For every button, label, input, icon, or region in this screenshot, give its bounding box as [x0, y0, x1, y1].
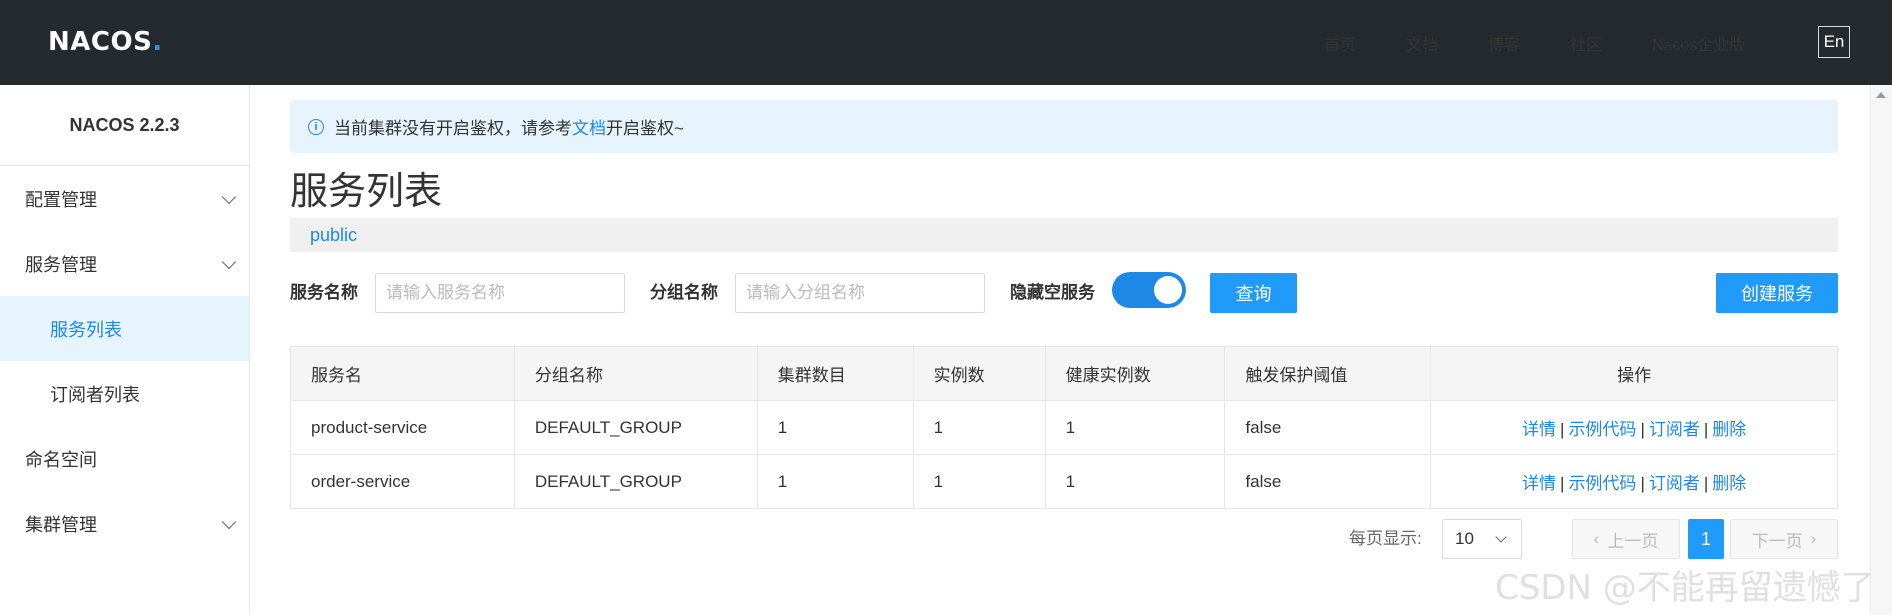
table-header-row: 服务名 分组名称 集群数目 实例数 健康实例数 触发保护阈值 操作 [290, 346, 1838, 401]
delete-link[interactable]: 删除 [1712, 420, 1746, 439]
cell-healthy-count: 1 [1044, 454, 1226, 509]
col-group-name: 分组名称 [513, 346, 758, 401]
sidebar: NACOS 2.2.3 配置管理 服务管理 服务列表 订阅者列表 命名空间 集群… [0, 85, 250, 615]
page-title: 服务列表 [290, 171, 443, 213]
create-service-button[interactable]: 创建服务 [1716, 273, 1838, 313]
detail-link[interactable]: 详情 [1522, 420, 1556, 439]
col-operations: 操作 [1430, 346, 1838, 401]
sample-code-link[interactable]: 示例代码 [1568, 474, 1636, 493]
info-icon: i [308, 118, 324, 135]
nav-blog[interactable]: 博客 [1488, 31, 1520, 55]
cell-protect-threshold: false [1224, 400, 1432, 455]
namespace-bar: public [290, 218, 1838, 252]
col-cluster-count: 集群数目 [756, 346, 914, 401]
cell-cluster-count: 1 [756, 400, 914, 455]
cell-operations: 详情 | 示例代码 | 订阅者 | 删除 [1430, 400, 1838, 455]
service-name-label: 服务名称 [290, 283, 358, 302]
nav-docs[interactable]: 文档 [1406, 31, 1438, 55]
cell-operations: 详情 | 示例代码 | 订阅者 | 删除 [1430, 454, 1838, 509]
nav-community[interactable]: 社区 [1570, 31, 1602, 55]
prev-page-button[interactable]: ‹ 上一页 [1572, 519, 1680, 559]
col-service-name: 服务名 [290, 346, 515, 401]
table-row: product-service DEFAULT_GROUP 1 1 1 fals… [290, 400, 1838, 455]
delete-link[interactable]: 删除 [1712, 474, 1746, 493]
next-label: 下一页 [1751, 531, 1803, 551]
hide-empty-label: 隐藏空服务 [1010, 283, 1095, 302]
col-instance-count: 实例数 [912, 346, 1046, 401]
table-row: order-service DEFAULT_GROUP 1 1 1 false … [290, 454, 1838, 509]
sidebar-item-service-list[interactable]: 服务列表 [0, 296, 249, 361]
sidebar-item-label: 配置管理 [25, 189, 97, 210]
cell-healthy-count: 1 [1044, 400, 1226, 455]
sidebar-item-config-management[interactable]: 配置管理 [0, 166, 249, 231]
page-size-label: 每页显示: [1349, 529, 1422, 548]
sidebar-item-label: 服务管理 [25, 254, 97, 275]
chevron-right-icon: › [1810, 529, 1817, 548]
csdn-watermark: CSDN @不能再留遗憾了 [1495, 568, 1875, 608]
sidebar-item-namespace[interactable]: 命名空间 [0, 426, 249, 491]
service-name-input[interactable] [375, 273, 625, 313]
logo-text: NACOS [48, 27, 153, 57]
nav-home[interactable]: 首页 [1324, 31, 1356, 55]
toggle-knob [1154, 276, 1182, 304]
cell-instance-count: 1 [912, 400, 1046, 455]
page-scrollbar[interactable] [1870, 85, 1892, 615]
sidebar-item-label: 集群管理 [25, 514, 97, 535]
sidebar-item-label: 订阅者列表 [50, 384, 140, 405]
detail-link[interactable]: 详情 [1522, 474, 1556, 493]
chevron-down-icon [221, 514, 237, 529]
sidebar-item-subscriber-list[interactable]: 订阅者列表 [0, 361, 249, 426]
chevron-down-icon [1495, 531, 1507, 543]
alert-text-suffix: 开启鉴权~ [606, 119, 684, 138]
auth-alert: i 当前集群没有开启鉴权，请参考 文档 开启鉴权~ [290, 100, 1838, 153]
top-header: NACOS. 首页 文档 博客 社区 Nacos企业版 En [0, 0, 1892, 85]
sidebar-item-cluster-management[interactable]: 集群管理 [0, 491, 249, 556]
cell-group-name: DEFAULT_GROUP [513, 454, 758, 509]
sidebar-item-label: 服务列表 [50, 319, 122, 340]
hide-empty-toggle[interactable] [1112, 272, 1186, 308]
chevron-down-icon [221, 254, 237, 269]
nav-enterprise[interactable]: Nacos企业版 [1652, 31, 1745, 55]
sidebar-item-service-management[interactable]: 服务管理 [0, 231, 249, 296]
language-toggle-button[interactable]: En [1818, 26, 1850, 58]
page-size-select[interactable]: 10 [1442, 519, 1522, 559]
group-name-input[interactable] [735, 273, 985, 313]
top-nav: 首页 文档 博客 社区 Nacos企业版 [1324, 0, 1745, 85]
next-page-button[interactable]: 下一页 › [1730, 519, 1838, 559]
page-size-value: 10 [1455, 529, 1474, 548]
alert-text-prefix: 当前集群没有开启鉴权，请参考 [334, 119, 572, 138]
namespace-public[interactable]: public [310, 225, 357, 246]
subscriber-link[interactable]: 订阅者 [1649, 420, 1700, 439]
docs-link[interactable]: 文档 [572, 114, 606, 139]
col-healthy-count: 健康实例数 [1044, 346, 1226, 401]
service-table: 服务名 分组名称 集群数目 实例数 健康实例数 触发保护阈值 操作 produc… [290, 346, 1838, 509]
group-name-label: 分组名称 [650, 283, 718, 302]
logo-dot: . [152, 27, 163, 57]
scroll-up-arrow-icon[interactable] [1876, 92, 1886, 98]
cell-protect-threshold: false [1224, 454, 1432, 509]
cell-group-name: DEFAULT_GROUP [513, 400, 758, 455]
chevron-left-icon: ‹ [1593, 529, 1600, 548]
col-protect-threshold: 触发保护阈值 [1224, 346, 1432, 401]
cell-service-name: product-service [290, 400, 515, 455]
prev-label: 上一页 [1607, 531, 1659, 551]
sample-code-link[interactable]: 示例代码 [1568, 420, 1636, 439]
query-button[interactable]: 查询 [1210, 273, 1297, 313]
cell-instance-count: 1 [912, 454, 1046, 509]
nacos-logo[interactable]: NACOS. [48, 26, 163, 58]
page-number-current[interactable]: 1 [1688, 519, 1724, 559]
chevron-down-icon [221, 189, 237, 204]
filter-form: 服务名称 分组名称 隐藏空服务 查询 创建服务 [290, 272, 1838, 314]
sidebar-item-label: 命名空间 [25, 449, 97, 470]
subscriber-link[interactable]: 订阅者 [1649, 474, 1700, 493]
cell-cluster-count: 1 [756, 454, 914, 509]
version-label: NACOS 2.2.3 [0, 85, 249, 166]
cell-service-name: order-service [290, 454, 515, 509]
